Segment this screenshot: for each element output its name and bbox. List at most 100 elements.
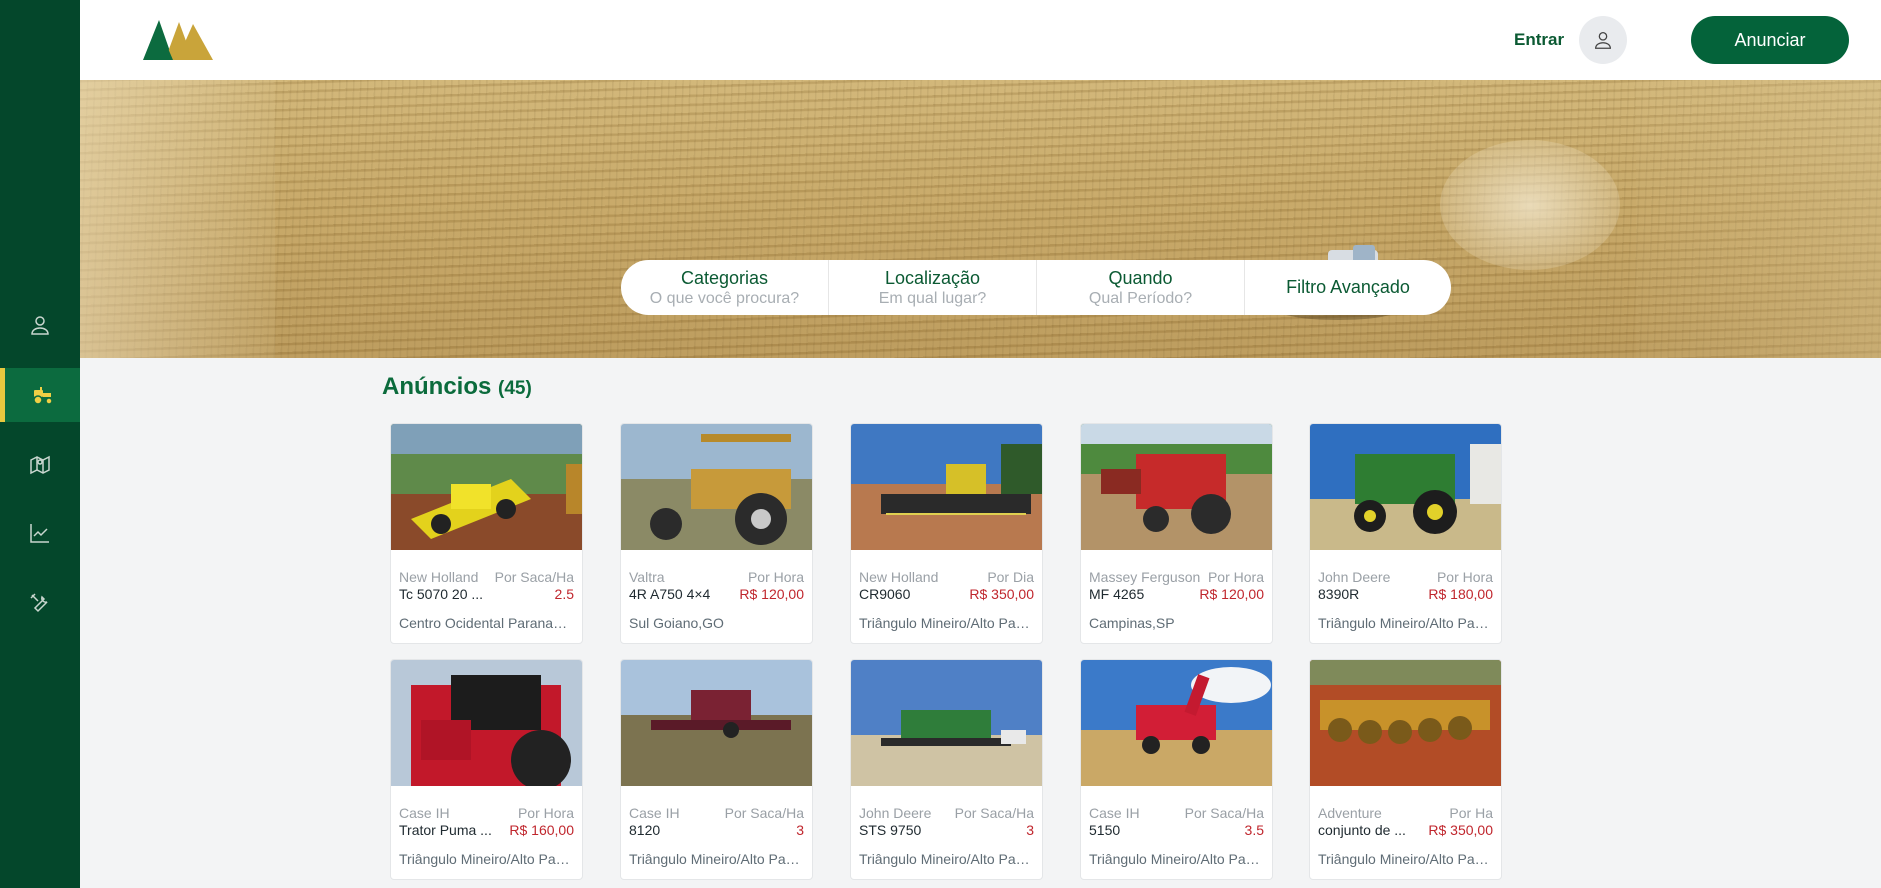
dust-cloud [1440,140,1620,270]
listing-brand: Case IH [399,805,450,821]
listings-title-text: Anúncios [382,373,492,400]
listing-price: R$ 350,00 [1428,822,1493,838]
listing-card[interactable]: John Deere Por Saca/Ha STS 9750 3 Triângul… [850,659,1043,880]
listing-card[interactable]: Case IH Por Saca/Ha 5150 3.5 Triângulo Min… [1080,659,1273,880]
listing-brand: New Holland [859,569,939,585]
listing-card[interactable]: Adventure Por Ha conjunto de ... R$ 350,00… [1309,659,1502,880]
listing-photo [1081,660,1272,786]
listing-unit: Por Hora [1436,569,1493,585]
listing-main: Tc 5070 20 ... 2.5 [399,586,574,602]
sidebar-item-profile[interactable] [0,298,80,352]
sidebar-item-machines[interactable] [0,368,80,422]
search-categories-hint: O que você procura? [649,289,800,307]
listing-brand: John Deere [859,805,932,821]
listing-card[interactable]: Valtra Por Hora 4R A750 4×4 R$ 120,00 Sul … [620,423,813,644]
map-icon [30,455,50,475]
listing-model: Tc 5070 20 ... [399,586,484,602]
user-avatar[interactable] [1579,16,1627,64]
listing-card[interactable]: New Holland Por Saca/Ha Tc 5070 20 ... 2.5… [390,423,583,644]
listing-photo [621,660,812,786]
top-header: Entrar Anunciar [80,0,1881,80]
listing-main: MF 4265 R$ 120,00 [1089,586,1264,602]
listing-photo [1081,424,1272,550]
listing-main: 8120 3 [629,822,804,838]
listing-meta: John Deere Por Hora [1318,569,1493,585]
listing-unit: Por Saca/Ha [724,805,804,821]
listing-location: Campinas,SP [1089,615,1175,631]
listing-brand: Case IH [1089,805,1140,821]
listing-main: STS 9750 3 [859,822,1034,838]
listing-card[interactable]: New Holland Por Dia CR9060 R$ 350,00 Triân… [850,423,1043,644]
hero-field-right [1636,80,1881,358]
listing-main: 4R A750 4×4 R$ 120,00 [629,586,804,602]
listing-price: 2.5 [554,586,574,602]
listing-unit: Por Saca/Ha [494,569,574,585]
listing-price: 3 [796,822,804,838]
listing-location: Centro Ocidental Paranaense [399,615,574,631]
listing-location: Triângulo Mineiro/Alto Paranaíba [1318,851,1493,867]
listing-location: Triângulo Mineiro/Alto Paranaíba [859,615,1034,631]
hero-banner: Categorias O que você procura? Localizaç… [80,80,1881,358]
listing-location: Triângulo Mineiro/Alto Paranaíba [1089,851,1264,867]
brand-logo[interactable] [143,16,213,60]
chart-icon [30,524,49,543]
tractor-icon [32,387,53,405]
listing-model: 8120 [629,822,661,838]
listing-location: Triângulo Mineiro/Alto Paranaíba [629,851,804,867]
listing-unit: Por Ha [1449,805,1493,821]
search-categories-title: Categorias [680,267,769,288]
advanced-filter-button[interactable]: Filtro Avançado [1245,260,1451,315]
listing-location: Sul Goiano,GO [629,615,724,631]
listing-photo [1310,424,1501,550]
sidebar-item-services[interactable] [0,576,80,630]
listing-model: 5150 [1089,822,1121,838]
listing-photo [851,424,1042,550]
listing-meta: New Holland Por Saca/Ha [399,569,574,585]
listing-brand: Valtra [629,569,665,585]
listing-location: Triângulo Mineiro/Alto Paranaíba [1318,615,1493,631]
listing-model: 4R A750 4×4 [629,586,711,602]
search-when[interactable]: Quando Qual Período? [1037,260,1245,315]
announce-button[interactable]: Anunciar [1691,16,1849,64]
listing-card[interactable]: Case IH Por Hora Trator Puma ... R$ 160,00… [390,659,583,880]
search-when-title: Quando [1108,267,1173,288]
listing-price: R$ 180,00 [1428,586,1493,602]
listing-meta: Valtra Por Hora [629,569,804,585]
listing-card[interactable]: Case IH Por Saca/Ha 8120 3 Triângulo Minei… [620,659,813,880]
listing-brand: Massey Ferguson [1089,569,1201,585]
listing-meta: Massey Ferguson Por Hora [1089,569,1264,585]
listing-price: R$ 120,00 [739,586,804,602]
sidebar-item-map[interactable] [0,438,80,492]
listing-model: MF 4265 [1089,586,1145,602]
listings-title: Anúncios (45) [382,373,532,401]
listing-photo [391,424,582,550]
tools-icon [30,593,48,613]
listing-location: Triângulo Mineiro/Alto Paranaíba [859,851,1034,867]
listing-photo [621,424,812,550]
listing-brand: Case IH [629,805,680,821]
listing-unit: Por Saca/Ha [1184,805,1264,821]
search-location-hint: Em qual lugar? [878,289,987,307]
sidebar-item-reports[interactable] [0,506,80,560]
listing-unit: Por Saca/Ha [954,805,1034,821]
hero-field-left [80,80,275,358]
listing-card[interactable]: Massey Ferguson Por Hora MF 4265 R$ 120,00… [1080,423,1273,644]
login-link[interactable]: Entrar [1514,30,1564,50]
listing-main: 5150 3.5 [1089,822,1264,838]
listing-meta: John Deere Por Saca/Ha [859,805,1034,821]
listing-price: 3 [1026,822,1034,838]
listing-model: Trator Puma ... [399,822,492,838]
listing-main: CR9060 R$ 350,00 [859,586,1034,602]
listing-main: conjunto de ... R$ 350,00 [1318,822,1493,838]
search-location[interactable]: Localização Em qual lugar? [829,260,1037,315]
listing-price: R$ 160,00 [509,822,574,838]
listing-card[interactable]: John Deere Por Hora 8390R R$ 180,00 Triâng… [1309,423,1502,644]
listing-brand: John Deere [1318,569,1391,585]
sidebar [0,0,80,888]
listing-unit: Por Hora [747,569,804,585]
search-location-title: Localização [884,267,981,288]
listing-photo [1310,660,1501,786]
listing-main: 8390R R$ 180,00 [1318,586,1493,602]
search-categories[interactable]: Categorias O que você procura? [621,260,829,315]
user-icon [31,316,49,335]
